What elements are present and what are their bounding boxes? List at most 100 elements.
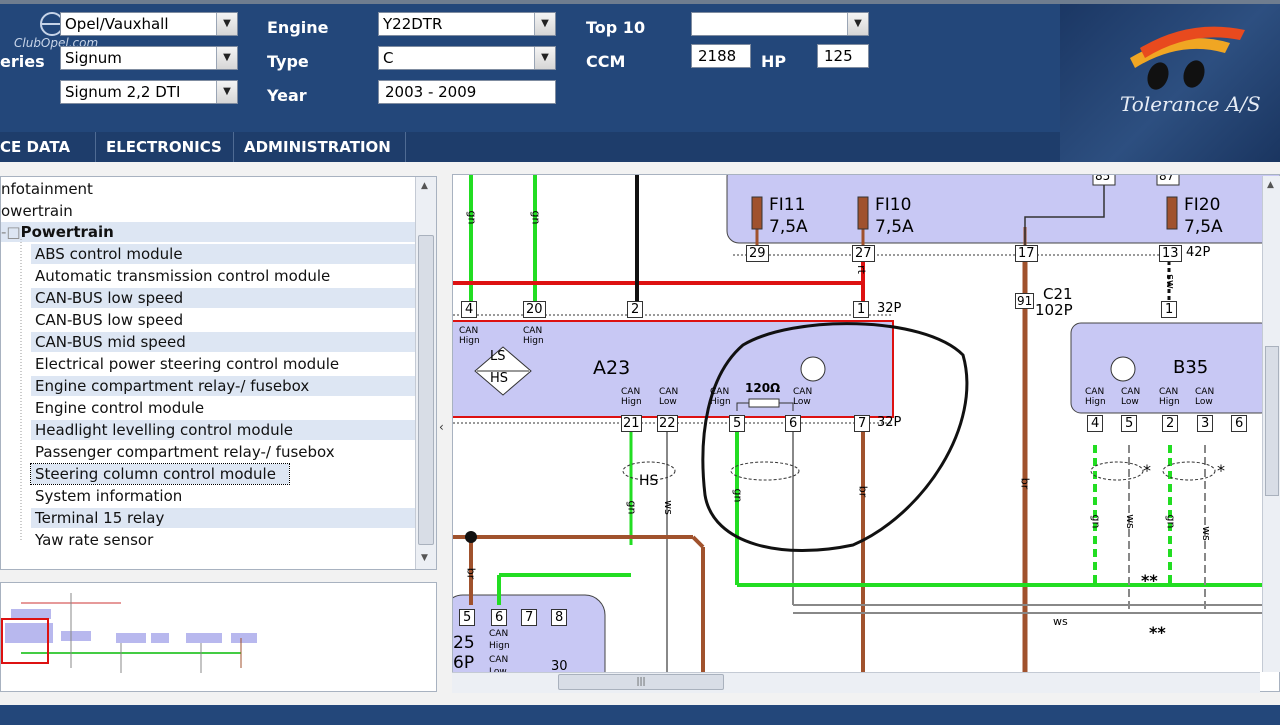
scroll-up-icon[interactable]: ▲: [1267, 180, 1274, 190]
model-select[interactable]: Signum 2,2 DTI ▼: [60, 80, 238, 104]
wire-label-rt: rt: [854, 265, 868, 274]
chevron-down-icon[interactable]: ▼: [216, 47, 237, 69]
fuse-fi20-name: FI20: [1184, 195, 1221, 215]
can-low-label: CAN Low: [1121, 387, 1141, 407]
nav-electronics[interactable]: ELECTRONICS: [96, 132, 234, 162]
wiring-diagram[interactable]: FI11 7,5A FI10 7,5A FI20 7,5A 85 87 29 2…: [452, 174, 1280, 692]
engine-select[interactable]: Y22DTR ▼: [378, 12, 556, 36]
tree-item-engine-control[interactable]: Engine control module: [31, 398, 415, 418]
label-42p: 42P: [1186, 245, 1211, 260]
tolerance-logo-icon: [1130, 26, 1245, 90]
pin-17: 17: [1015, 245, 1038, 262]
pin-87: 87: [1159, 174, 1175, 183]
make-select[interactable]: Opel/Vauxhall ▼: [60, 12, 238, 36]
diagram-overview[interactable]: [0, 582, 437, 692]
bottom-pin-7: 7: [521, 609, 538, 626]
wire-label-br: br: [464, 567, 478, 580]
series-value: Signum: [65, 49, 122, 67]
ccm-field[interactable]: 2188: [691, 44, 751, 68]
diagram-vscroll-thumb[interactable]: [1265, 346, 1279, 496]
label-32p-bottom: 32P: [877, 415, 902, 430]
hs-label: HS: [490, 371, 509, 386]
tree-item-passenger-fusebox[interactable]: Passenger compartment relay-/ fusebox: [31, 442, 415, 462]
tree-scrollbar[interactable]: ▲ ▼: [415, 177, 436, 569]
nav-administration[interactable]: ADMINISTRATION: [234, 132, 406, 162]
transistor-icon: [1110, 356, 1136, 382]
bottom-can-high-2: Hign: [489, 641, 510, 651]
tree-item-terminal-15[interactable]: Terminal 15 relay: [31, 508, 415, 528]
wire-label-ws: ws: [1199, 526, 1213, 541]
panel-collapse-icon[interactable]: ‹: [439, 420, 444, 434]
tree-item-automatic-transmission[interactable]: Automatic transmission control module: [31, 266, 415, 286]
pin-6: 6: [785, 415, 802, 432]
tree-group-powertrain[interactable]: -□Powertrain: [1, 222, 415, 242]
tree-item-system-information[interactable]: System information: [31, 486, 415, 506]
make-value: Opel/Vauxhall: [65, 15, 169, 33]
bottom-module-sub: 6P: [453, 653, 475, 673]
tree-item-abs[interactable]: ABS control module: [31, 244, 415, 264]
tree-collapse-icon[interactable]: -□: [1, 223, 21, 241]
diagram-hscroll-thumb[interactable]: |||: [558, 674, 724, 690]
fuse-fi10-rating: 7,5A: [875, 217, 914, 237]
transistor-icon: [800, 356, 826, 382]
bottom-can-high: CAN: [489, 629, 509, 639]
bottom-pin-5: 5: [459, 609, 476, 626]
ls-label: LS: [490, 349, 506, 364]
year-label: Year: [267, 86, 307, 105]
chevron-down-icon[interactable]: ▼: [847, 13, 868, 35]
b35-pin-3: 3: [1197, 415, 1214, 432]
b35-pin-4: 4: [1087, 415, 1104, 432]
pin-91: 91: [1015, 293, 1035, 309]
scroll-down-icon[interactable]: ▼: [421, 553, 428, 563]
can-high-label: CAN Hign: [523, 326, 544, 346]
series-select[interactable]: Signum ▼: [60, 46, 238, 70]
nav-service-data[interactable]: CE DATA: [0, 132, 96, 162]
tree-item-steering-column[interactable]: Steering column control module: [30, 463, 290, 485]
model-value: Signum 2,2 DTI: [65, 83, 181, 101]
tree-node-powertrain-parent[interactable]: owertrain: [1, 201, 73, 221]
can-high-label: CAN Hign: [1159, 387, 1180, 407]
can-high-label: CAN Hign: [621, 387, 642, 407]
year-field[interactable]: 2003 - 2009: [378, 80, 556, 104]
chevron-down-icon[interactable]: ▼: [216, 81, 237, 103]
wire-label-br: br: [856, 485, 870, 498]
tree-item-engine-fusebox[interactable]: Engine compartment relay-/ fusebox: [31, 376, 415, 396]
chevron-down-icon[interactable]: ▼: [534, 47, 555, 69]
pin-13: 13: [1159, 245, 1182, 262]
chevron-down-icon[interactable]: ▼: [216, 13, 237, 35]
tree-item-yaw-rate[interactable]: Yaw rate sensor: [31, 530, 415, 550]
diagram-vscrollbar[interactable]: ▲: [1262, 176, 1280, 672]
can-low-label: CAN Low: [793, 387, 813, 407]
tree-item-can-bus-low-2[interactable]: CAN-BUS low speed: [31, 310, 415, 330]
tree-scroll-thumb[interactable]: [418, 235, 434, 545]
tree-group-label: Powertrain: [20, 223, 114, 241]
b35-label: B35: [1173, 357, 1209, 378]
type-select[interactable]: C ▼: [378, 46, 556, 70]
tree-item-power-steering[interactable]: Electrical power steering control module: [31, 354, 415, 374]
wire-label-gn: gn: [529, 210, 543, 225]
c21-sub: 102P: [1035, 301, 1073, 319]
top10-select[interactable]: ▼: [691, 12, 869, 36]
tree-node-infotainment[interactable]: nfotainment: [1, 179, 93, 199]
can-low-label: CAN Low: [659, 387, 679, 407]
double-star-marker: **: [1149, 623, 1166, 642]
component-tree: nfotainment owertrain -□Powertrain ABS c…: [0, 176, 437, 570]
b35-pin-1: 1: [1161, 301, 1178, 318]
wire-label-br: br: [1018, 477, 1032, 490]
diagram-hscrollbar[interactable]: |||: [452, 672, 1260, 693]
pin-1: 1: [853, 301, 870, 318]
pin-4: 4: [461, 301, 478, 318]
fuse-fi10-name: FI10: [875, 195, 912, 215]
scroll-up-icon[interactable]: ▲: [421, 181, 428, 191]
fuse-fi11-rating: 7,5A: [769, 217, 808, 237]
chevron-down-icon[interactable]: ▼: [534, 13, 555, 35]
tree-item-can-bus-mid[interactable]: CAN-BUS mid speed: [31, 332, 415, 352]
wire-label-ws: ws: [1123, 514, 1137, 529]
wire-label-ws: ws: [661, 500, 675, 515]
tree-item-can-bus-low-1[interactable]: CAN-BUS low speed: [31, 288, 415, 308]
tree-item-headlight-levelling[interactable]: Headlight levelling control module: [31, 420, 415, 440]
hp-field[interactable]: 125: [817, 44, 869, 68]
brand-name: Tolerance A/S: [1120, 92, 1261, 116]
pin-2: 2: [627, 301, 644, 318]
type-value: C: [383, 49, 394, 67]
